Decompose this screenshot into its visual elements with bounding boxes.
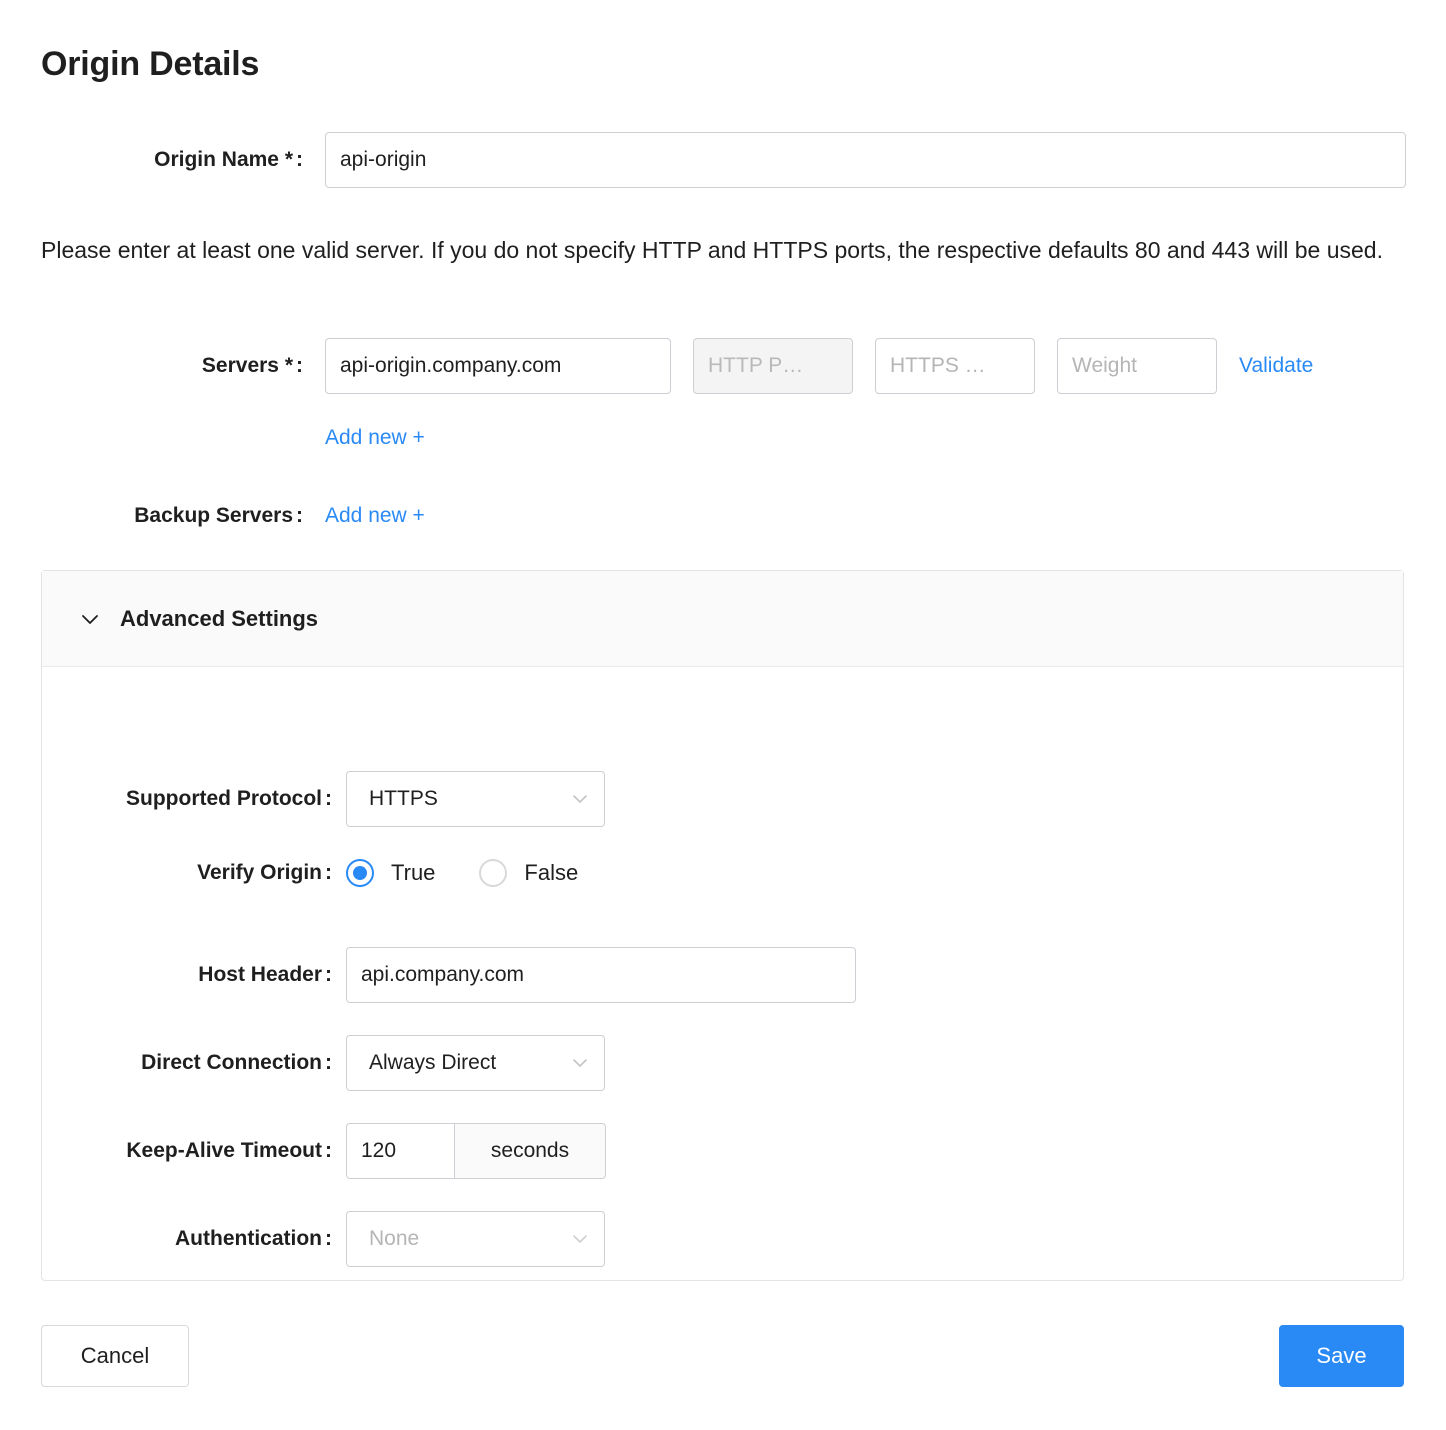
authentication-control: None xyxy=(346,1211,605,1267)
host-header-control xyxy=(346,947,856,1003)
backup-servers-add-new-link[interactable]: Add new + xyxy=(325,504,425,527)
supported-protocol-value: HTTPS xyxy=(369,787,438,811)
keep-alive-timeout-colon: : xyxy=(325,1139,332,1162)
keep-alive-timeout-control: seconds xyxy=(346,1123,606,1179)
page-title: Origin Details xyxy=(41,44,259,85)
validate-link[interactable]: Validate xyxy=(1239,354,1313,378)
origin-details-page: Origin Details Origin Name *: Please ent… xyxy=(0,0,1446,1430)
verify-origin-row: Verify Origin: True False xyxy=(42,859,578,887)
authentication-colon: : xyxy=(325,1227,332,1250)
authentication-label-text: Authentication xyxy=(175,1227,322,1250)
servers-label-text: Servers * xyxy=(202,354,293,377)
direct-connection-label-text: Direct Connection xyxy=(141,1051,322,1074)
radio-icon xyxy=(479,859,507,887)
servers-add-new-row: Add new + xyxy=(41,416,425,462)
verify-origin-true-label: True xyxy=(391,860,435,886)
backup-servers-label-text: Backup Servers xyxy=(134,504,293,527)
authentication-value: None xyxy=(369,1227,419,1251)
keep-alive-timeout-label-text: Keep-Alive Timeout xyxy=(126,1139,322,1162)
origin-name-label-text: Origin Name * xyxy=(154,148,293,171)
server-weight-input[interactable] xyxy=(1057,338,1217,394)
advanced-settings-title: Advanced Settings xyxy=(120,606,318,632)
supported-protocol-colon: : xyxy=(325,787,332,810)
server-http-port-input[interactable] xyxy=(693,338,853,394)
authentication-label: Authentication: xyxy=(42,1227,332,1251)
chevron-down-icon xyxy=(570,1229,590,1249)
save-button[interactable]: Save xyxy=(1279,1325,1404,1387)
origin-name-colon: : xyxy=(296,148,303,171)
direct-connection-select[interactable]: Always Direct xyxy=(346,1035,605,1091)
servers-label: Servers *: xyxy=(41,338,303,394)
authentication-row: Authentication: None xyxy=(42,1211,605,1267)
verify-origin-radio-false[interactable]: False xyxy=(479,859,578,887)
verify-origin-label-text: Verify Origin xyxy=(197,861,322,884)
servers-row: Servers *: Validate xyxy=(41,338,1313,394)
direct-connection-control: Always Direct xyxy=(346,1035,605,1091)
keep-alive-timeout-input[interactable] xyxy=(346,1123,454,1179)
origin-name-input[interactable] xyxy=(325,132,1406,188)
backup-servers-colon: : xyxy=(296,504,303,527)
supported-protocol-label: Supported Protocol: xyxy=(42,787,332,811)
keep-alive-timeout-input-group: seconds xyxy=(346,1123,606,1179)
backup-servers-label: Backup Servers: xyxy=(41,494,303,538)
supported-protocol-select[interactable]: HTTPS xyxy=(346,771,605,827)
verify-origin-radio-true[interactable]: True xyxy=(346,859,435,887)
direct-connection-value: Always Direct xyxy=(369,1051,496,1075)
radio-icon xyxy=(346,859,374,887)
verify-origin-false-label: False xyxy=(524,860,578,886)
host-header-input[interactable] xyxy=(346,947,856,1003)
chevron-down-icon xyxy=(570,789,590,809)
server-https-port-input[interactable] xyxy=(875,338,1035,394)
chevron-down-icon xyxy=(79,608,101,630)
server-host-input[interactable] xyxy=(325,338,671,394)
keep-alive-timeout-row: Keep-Alive Timeout: seconds xyxy=(42,1123,606,1179)
backup-servers-row: Backup Servers: Add new + xyxy=(41,494,425,540)
authentication-select[interactable]: None xyxy=(346,1211,605,1267)
keep-alive-timeout-unit: seconds xyxy=(454,1123,606,1179)
advanced-settings-body: Supported Protocol: HTTPS Verify Origin: xyxy=(42,667,1403,1280)
host-header-colon: : xyxy=(325,963,332,986)
backup-servers-add-new-wrap: Add new + xyxy=(325,494,425,540)
host-header-label-text: Host Header xyxy=(198,963,322,986)
origin-name-label: Origin Name *: xyxy=(41,132,303,188)
supported-protocol-label-text: Supported Protocol xyxy=(126,787,322,810)
direct-connection-label: Direct Connection: xyxy=(42,1051,332,1075)
direct-connection-row: Direct Connection: Always Direct xyxy=(42,1035,605,1091)
servers-fields: Validate xyxy=(325,338,1313,394)
servers-colon: : xyxy=(296,354,303,377)
supported-protocol-row: Supported Protocol: HTTPS xyxy=(42,771,605,827)
supported-protocol-control: HTTPS xyxy=(346,771,605,827)
chevron-down-icon xyxy=(570,1053,590,1073)
verify-origin-label: Verify Origin: xyxy=(42,861,332,885)
advanced-settings-header[interactable]: Advanced Settings xyxy=(42,571,1403,667)
direct-connection-colon: : xyxy=(325,1051,332,1074)
servers-help-text: Please enter at least one valid server. … xyxy=(41,228,1403,272)
origin-name-row: Origin Name *: xyxy=(41,132,1406,188)
advanced-settings-panel: Advanced Settings Supported Protocol: HT… xyxy=(41,570,1404,1281)
cancel-button[interactable]: Cancel xyxy=(41,1325,189,1387)
host-header-row: Host Header: xyxy=(42,947,856,1003)
verify-origin-radio-group: True False xyxy=(346,859,578,887)
keep-alive-timeout-label: Keep-Alive Timeout: xyxy=(42,1139,332,1163)
servers-add-new-wrap: Add new + xyxy=(325,416,425,462)
verify-origin-colon: : xyxy=(325,861,332,884)
verify-origin-control: True False xyxy=(346,859,578,887)
host-header-label: Host Header: xyxy=(42,963,332,987)
servers-add-new-link[interactable]: Add new + xyxy=(325,426,425,449)
